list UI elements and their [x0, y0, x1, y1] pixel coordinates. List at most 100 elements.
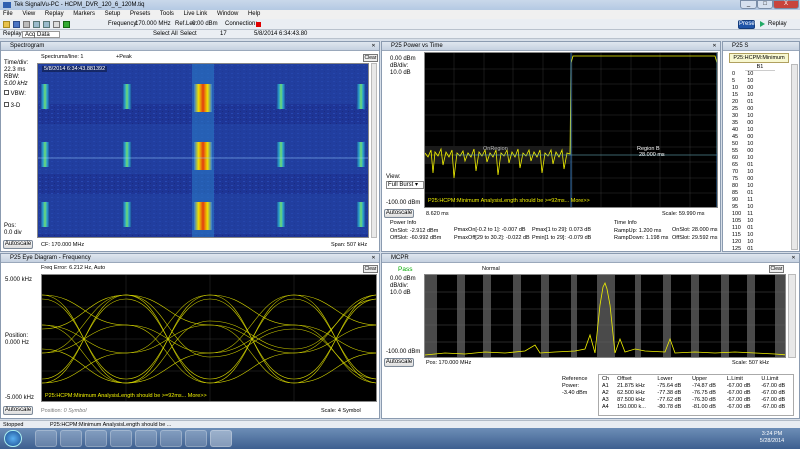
menu-replay[interactable]: Replay [45, 11, 64, 17]
taskbar-media-icon[interactable] [135, 430, 157, 447]
eye-bottom-value[interactable]: -5.000 kHz [5, 395, 34, 402]
mcpr-scale: Scale: 507 kHz [732, 360, 769, 366]
menu-tools[interactable]: Tools [160, 11, 174, 17]
taskbar-explorer-icon[interactable] [35, 430, 57, 447]
eye-position-value[interactable]: 0.000 Hz [5, 340, 29, 347]
replay-button[interactable]: Replay [768, 19, 787, 30]
taskbar-signalvu-icon[interactable] [210, 430, 232, 447]
pvt-start-value: 8.620 ms [426, 211, 449, 217]
menu-window[interactable]: Window [217, 11, 238, 17]
eye-pos-value[interactable]: 0 Symbol [64, 408, 87, 414]
toolbar-icon-save[interactable] [13, 21, 20, 28]
maximize-button[interactable]: □ [757, 0, 773, 9]
mcpr-db-div-value[interactable]: 10.0 dB [390, 290, 426, 297]
onslot-time-value: 28.000 ms [691, 227, 718, 233]
eye-close-icon[interactable]: ✕ [370, 255, 377, 261]
pvt-view-select[interactable]: Full Burst ▾ [386, 181, 424, 189]
pvt-region-a-label: OnRegion [483, 146, 508, 152]
spectrogram-image [38, 64, 368, 237]
eye-warning[interactable]: P25:HCPM:Minimum AnalysisLength should b… [45, 393, 207, 399]
pvt-plot: OnRegion Region B 28.000 ms P25:HCPM:Min… [424, 52, 718, 208]
taskbar-ie-icon[interactable] [60, 430, 82, 447]
spectrogram-clear-button[interactable]: Clear [363, 54, 378, 62]
toolbar-icon-run[interactable] [63, 21, 70, 28]
taskbar-chrome-icon[interactable] [110, 430, 132, 447]
threed-checkbox[interactable] [4, 102, 9, 107]
peak-mode[interactable]: +Peak [116, 54, 132, 60]
mcpr-bottom-value[interactable]: -100.00 dBm [386, 349, 420, 356]
pvt-autoscale-button[interactable]: Autoscale [384, 209, 414, 218]
vbw-checkbox[interactable] [4, 90, 9, 95]
menu-file[interactable]: File [3, 11, 13, 17]
reflev-value[interactable]: 0.00 dBm [192, 19, 218, 30]
replay-select[interactable]: Acq Data [22, 31, 60, 38]
select-button[interactable]: Select [180, 30, 197, 39]
eye-title: P25 Eye Diagram - Frequency [10, 255, 91, 261]
mcpr-top-value[interactable]: 0.00 dBm [390, 276, 426, 283]
pmin-label: Pmin[1 to 29]: [532, 234, 566, 241]
table-row: A1 21.875 kHz -75.64 dB -74.87 dB -67.00 dB -… [602, 382, 786, 389]
start-button[interactable] [4, 430, 22, 447]
symbol-table-body: 0 10 5 10 10 00 15 10 20 01 25 00 30 10 35 00 40… [729, 71, 789, 251]
symbol-table-panel: P25 S P25:HCPM:Minimum B1 0 10 5 10 10 00 1… [722, 41, 800, 252]
taskbar-notes-icon[interactable] [185, 430, 207, 447]
time-div-value[interactable]: 22.3 ms [4, 67, 34, 74]
spectrogram-panel: Spectrogram ✕ Time/div: 22.3 ms RBW: 5.0… [0, 41, 380, 252]
pvt-close-icon[interactable]: ✕ [711, 43, 718, 49]
rbw-value[interactable]: 5.00 kHz [4, 81, 34, 88]
mcpr-close-icon[interactable]: ✕ [790, 255, 797, 261]
toolbar-icon-print[interactable] [23, 21, 30, 28]
toolbar-icon-open[interactable] [3, 21, 10, 28]
eye-clear-button[interactable]: Clear [363, 265, 378, 273]
power-vs-time-panel: P25 Power vs Time ✕ 0.00 dBm dB/div: 10.… [381, 41, 721, 252]
taskbar-app-icon[interactable] [160, 430, 182, 447]
menu-view[interactable]: View [22, 11, 35, 17]
table-row: 120 10 [732, 239, 754, 245]
table-row: A2 62.500 kHz -77.38 dB -76.75 dB -67.00 dB -… [602, 389, 786, 396]
preset-button[interactable]: Preset [738, 20, 756, 29]
pvt-db-div-label: dB/div: [390, 63, 409, 69]
menu-setup[interactable]: Setup [105, 11, 121, 17]
menu-help[interactable]: Help [248, 11, 260, 17]
symbol-table-scrollbar[interactable] [791, 64, 798, 250]
mcpr-autoscale-button[interactable]: Autoscale [384, 358, 414, 367]
pvt-db-div-value[interactable]: 10.0 dB [390, 70, 426, 77]
menu-presets[interactable]: Presets [130, 11, 150, 17]
taskbar-folder-icon[interactable] [85, 430, 107, 447]
minimize-button[interactable]: _ [740, 0, 757, 9]
spectrogram-close-icon[interactable]: ✕ [370, 43, 377, 49]
select-all-button[interactable]: Select All [153, 30, 178, 39]
frequency-value[interactable]: 170.000 MHz [135, 19, 171, 30]
toolbar-icon-single[interactable] [53, 21, 60, 28]
eye-autoscale-button[interactable]: Autoscale [3, 406, 33, 415]
mcpr-panel: MCPR ✕ Pass Normal Clear 0.00 dBm dB/div… [381, 253, 800, 419]
pvt-warning[interactable]: P25:HCPM:Minimum AnalysisLength should b… [428, 198, 590, 204]
toolbar-icon-redo[interactable] [43, 21, 50, 28]
mcpr-clear-button[interactable]: Clear [769, 265, 784, 273]
pmin-value: -0.079 dB [567, 234, 592, 241]
table-row: 115 10 [732, 232, 754, 238]
table-row: 75 00 [732, 176, 754, 182]
close-button[interactable]: X [773, 0, 799, 9]
menu-live-link[interactable]: Live Link [184, 11, 208, 17]
pos-value[interactable]: 0.0 div [4, 230, 22, 237]
toolbar-icon-undo[interactable] [33, 21, 40, 28]
spectrogram-autoscale-button[interactable]: Autoscale [3, 240, 33, 249]
mcpr-scrollbar[interactable] [788, 274, 796, 358]
mcpr-plot [424, 274, 786, 358]
acq-number[interactable]: 17 [220, 30, 227, 39]
mcpr-titlebar: MCPR ✕ [382, 254, 799, 263]
mcpr-trace [425, 275, 785, 357]
pvt-bottom-value[interactable]: -100.00 dBm [386, 200, 420, 207]
symbol-table-header: P25:HCPM:Minimum [729, 53, 789, 63]
pvt-top-value[interactable]: 0.00 dBm [390, 56, 426, 63]
vbw-label: VBW: [10, 91, 26, 97]
acq-timestamp: 5/8/2014 6:34:43.80 [254, 31, 308, 37]
taskbar-clock[interactable]: 3:24 PM 5/28/2014 [752, 431, 792, 445]
spectrogram-scrollbar[interactable] [371, 63, 377, 238]
table-row: 25 00 [732, 106, 754, 112]
eye-top-value[interactable]: 5.000 kHz [5, 277, 32, 284]
frequency-label: Frequency: [108, 21, 139, 27]
eye-freq-error: Freq Error: 6.212 Hz, Auto [41, 265, 106, 271]
menu-markers[interactable]: Markers [73, 11, 95, 17]
